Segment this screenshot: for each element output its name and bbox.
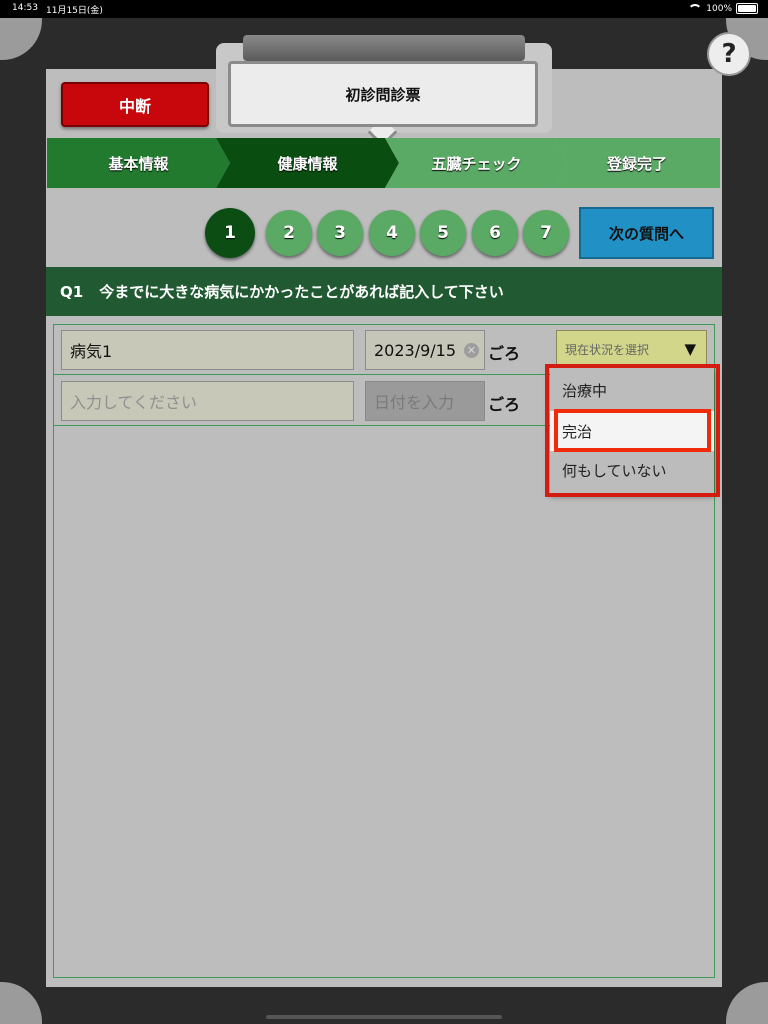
qnum-label: 7 — [540, 223, 552, 243]
selected-option-highlight — [554, 409, 711, 452]
question-number-2[interactable]: 2 — [266, 210, 312, 256]
step-label: 基本情報 — [108, 154, 169, 173]
dropdown-arrow-icon: ▼ — [684, 340, 696, 358]
question-number: Q1 — [60, 282, 84, 301]
question-number-5[interactable]: 5 — [420, 210, 466, 256]
step-health-info: 健康情報 — [216, 138, 399, 188]
qnum-label: 4 — [386, 223, 398, 243]
clip-bar — [243, 35, 525, 61]
suspend-button[interactable]: 中断 — [61, 82, 209, 127]
step-label: 登録完了 — [606, 154, 667, 173]
question-number-1[interactable]: 1 — [205, 208, 255, 258]
status-date: 11月15日(金) — [46, 6, 103, 16]
clear-icon[interactable]: ✕ — [464, 342, 479, 358]
page-title: 初診問診票 — [228, 61, 538, 127]
step-label: 五臓チェック — [431, 154, 522, 173]
approx-suffix: ごろ — [488, 344, 521, 363]
illness-input-2[interactable]: 入力してください — [61, 381, 354, 421]
qnum-label: 5 — [437, 223, 449, 243]
clipboard-corner — [726, 982, 768, 1024]
approx-suffix: ごろ — [488, 395, 521, 414]
status-select-placeholder: 現在状況を選択 — [565, 342, 650, 357]
status-indicators: 100% — [688, 3, 758, 14]
question-number-6[interactable]: 6 — [472, 210, 518, 256]
clipboard-corner — [0, 982, 42, 1024]
date-value: 2023/9/15 — [374, 340, 457, 360]
wifi-icon — [688, 3, 703, 14]
status-time: 14:53 — [12, 3, 38, 13]
qnum-label: 6 — [489, 223, 501, 243]
clipboard-corner — [0, 18, 42, 60]
home-indicator — [266, 1015, 502, 1019]
status-bar: 14:53 11月15日(金) 100% — [0, 0, 768, 18]
question-number-3[interactable]: 3 — [317, 210, 363, 256]
battery-icon — [736, 3, 758, 14]
illness-input-1[interactable]: 病気1 — [61, 330, 354, 370]
progress-steps: 基本情報 健康情報 五臓チェック 登録完了 — [47, 138, 720, 188]
date-input-1[interactable]: 2023/9/15 ✕ — [365, 330, 485, 370]
question-text: 今までに大きな病気にかかったことがあれば記入して下さい — [99, 283, 504, 301]
qnum-label: 3 — [334, 223, 346, 243]
question-header: Q1 今までに大きな病気にかかったことがあれば記入して下さい — [46, 267, 722, 316]
battery-percent: 100% — [706, 3, 732, 14]
question-number-4[interactable]: 4 — [369, 210, 415, 256]
status-select[interactable]: 現在状況を選択 ▼ — [556, 330, 707, 368]
step-registration-complete: 登録完了 — [554, 138, 720, 188]
date-input-2[interactable]: 日付を入力 — [365, 381, 485, 421]
next-question-button[interactable]: 次の質問へ — [579, 207, 714, 259]
help-button[interactable]: ? — [707, 32, 751, 76]
step-basic-info: 基本情報 — [47, 138, 230, 188]
step-five-organs-check: 五臓チェック — [385, 138, 568, 188]
step-label: 健康情報 — [277, 154, 338, 173]
question-number-7[interactable]: 7 — [523, 210, 569, 256]
qnum-label: 2 — [283, 223, 295, 243]
qnum-label: 1 — [224, 223, 236, 243]
